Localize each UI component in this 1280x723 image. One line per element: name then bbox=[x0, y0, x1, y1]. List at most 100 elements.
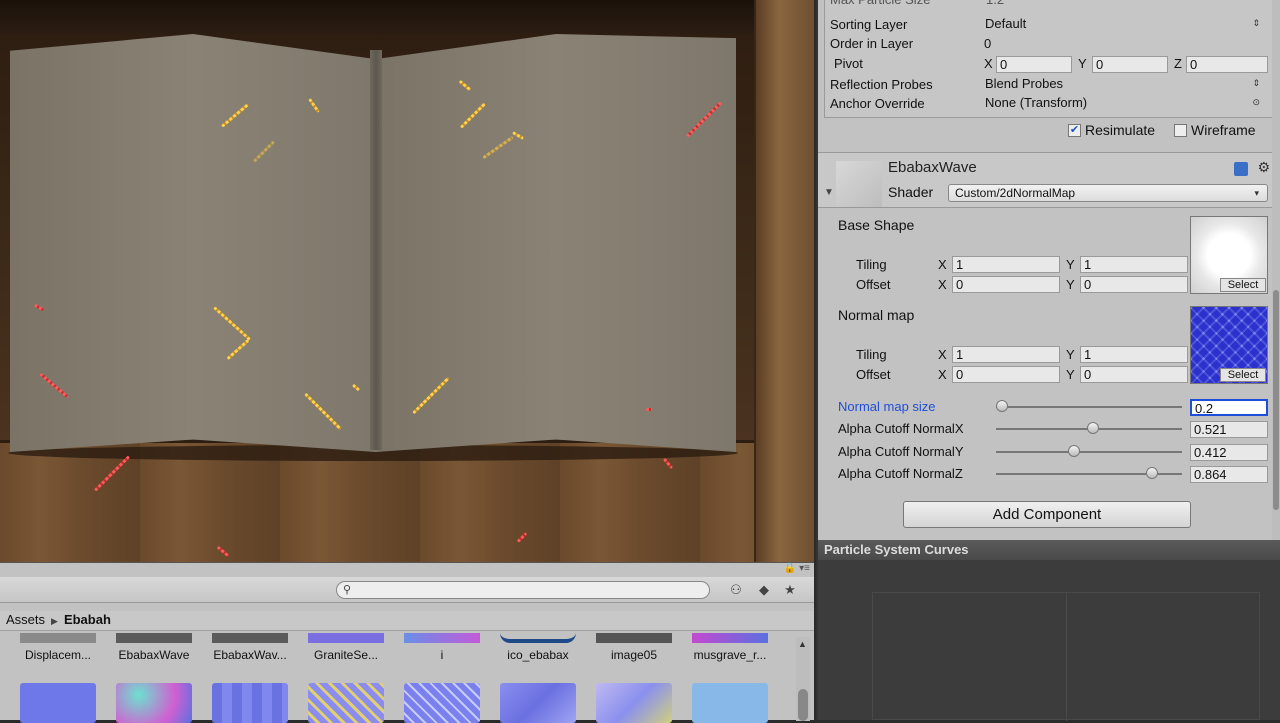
base-shape-select-button[interactable]: Select bbox=[1220, 278, 1266, 292]
slider-value-field[interactable]: 0.864 bbox=[1190, 466, 1268, 483]
base-shape-tiling-y[interactable]: 1 bbox=[1080, 256, 1188, 273]
max-particle-size-value[interactable]: 1.2 bbox=[986, 0, 1004, 10]
slider-value-field[interactable]: 0.2 bbox=[1190, 399, 1268, 416]
asset-tile[interactable] bbox=[692, 683, 768, 723]
gear-icon[interactable]: ⚙ bbox=[1257, 159, 1270, 175]
normal-map-select-button[interactable]: Select bbox=[1220, 368, 1266, 382]
normal-map-offset-y[interactable]: 0 bbox=[1080, 366, 1188, 383]
asset-thumb[interactable] bbox=[20, 633, 96, 643]
slider-knob[interactable] bbox=[996, 400, 1008, 412]
sorting-layer-dropdown[interactable]: Default ⇕ bbox=[982, 16, 1268, 33]
inspector-panel: Max Particle Size 1.2 Sorting Layer Defa… bbox=[816, 0, 1280, 540]
asset-tile[interactable] bbox=[308, 683, 384, 723]
filter-by-label-icon[interactable]: ◆ bbox=[754, 581, 774, 599]
breadcrumb-root[interactable]: Assets bbox=[6, 612, 45, 627]
asset-tile[interactable] bbox=[212, 683, 288, 723]
anchor-override-field[interactable]: None (Transform) ⊙ bbox=[982, 95, 1268, 112]
asset-label[interactable]: musgrave_r... bbox=[684, 648, 776, 662]
base-shape-offset-x[interactable]: 0 bbox=[952, 276, 1060, 293]
slider-knob[interactable] bbox=[1146, 467, 1159, 479]
slider-row: Alpha Cutoff NormalX 0.521 bbox=[818, 419, 1278, 439]
slider-track[interactable] bbox=[996, 451, 1182, 453]
sorting-layer-value: Default bbox=[985, 16, 1027, 31]
slider-row: Alpha Cutoff NormalZ 0.864 bbox=[818, 464, 1278, 484]
asset-label[interactable]: i bbox=[396, 648, 488, 662]
book-right-page bbox=[376, 34, 736, 452]
search-input[interactable]: ⚲ bbox=[336, 581, 710, 599]
pivot-x-field[interactable]: 0 bbox=[996, 56, 1072, 73]
particle-curves-panel: Particle System Curves bbox=[816, 540, 1280, 721]
curve-editor-area[interactable] bbox=[872, 592, 1260, 721]
asset-thumb[interactable] bbox=[212, 633, 288, 643]
base-shape-offset-y[interactable]: 0 bbox=[1080, 276, 1188, 293]
favorite-star-icon[interactable]: ★ bbox=[780, 581, 800, 599]
base-shape-texture-slot[interactable]: Select bbox=[1190, 216, 1268, 294]
filter-by-type-icon[interactable]: ⚇ bbox=[726, 581, 746, 599]
object-picker-icon[interactable]: ⊙ bbox=[1252, 95, 1260, 110]
scrollbar-thumb[interactable] bbox=[1273, 290, 1279, 510]
asset-label[interactable]: image05 bbox=[588, 648, 680, 662]
wireframe-checkbox[interactable] bbox=[1174, 124, 1187, 137]
asset-tile[interactable] bbox=[20, 683, 96, 723]
slider-knob[interactable] bbox=[1086, 422, 1099, 434]
axis-x-label: X bbox=[938, 367, 947, 382]
anchor-override-label: Anchor Override bbox=[830, 96, 925, 111]
slider-value-field[interactable]: 0.412 bbox=[1190, 444, 1268, 461]
asset-tile[interactable] bbox=[404, 683, 480, 723]
reflection-probes-dropdown[interactable]: Blend Probes ⇕ bbox=[982, 76, 1268, 93]
pivot-z-field[interactable]: 0 bbox=[1186, 56, 1268, 73]
scroll-up-icon[interactable]: ▲ bbox=[798, 639, 807, 649]
asset-tile[interactable] bbox=[500, 683, 576, 723]
project-scrollbar[interactable]: ▲ bbox=[796, 637, 810, 721]
asset-label[interactable]: EbabaxWav... bbox=[204, 648, 296, 662]
breadcrumb-separator-icon: ▶ bbox=[51, 616, 58, 626]
breadcrumb-current[interactable]: Ebabah bbox=[64, 612, 111, 627]
project-panel: 🔒 ▾≡ ⚲ ⚇ ◆ ★ Assets ▶ Ebabah Displacem... … bbox=[0, 562, 814, 723]
pivot-z-label: Z bbox=[1174, 56, 1182, 71]
slider-row: Normal map size 0.2 bbox=[818, 397, 1278, 417]
shader-value: Custom/2dNormalMap bbox=[955, 186, 1076, 200]
foldout-arrow-icon[interactable]: ▼ bbox=[824, 187, 834, 198]
slider-row: Alpha Cutoff NormalY 0.412 bbox=[818, 442, 1278, 462]
panel-lock-icon[interactable]: 🔒 ▾≡ bbox=[784, 563, 810, 574]
chevron-down-icon: ▾ bbox=[1254, 188, 1259, 198]
normal-map-tiling-y[interactable]: 1 bbox=[1080, 346, 1188, 363]
add-component-button[interactable]: Add Component bbox=[903, 501, 1191, 528]
base-shape-tiling-x[interactable]: 1 bbox=[952, 256, 1060, 273]
asset-thumb[interactable] bbox=[116, 633, 192, 643]
order-in-layer-value[interactable]: 0 bbox=[984, 34, 991, 54]
asset-thumb[interactable] bbox=[596, 633, 672, 643]
normal-map-offset-x[interactable]: 0 bbox=[952, 366, 1060, 383]
shader-dropdown[interactable]: Custom/2dNormalMap ▾ bbox=[948, 184, 1268, 202]
slider-track[interactable] bbox=[996, 406, 1182, 408]
normal-map-offset-label: Offset bbox=[856, 367, 891, 382]
asset-tile[interactable] bbox=[116, 683, 192, 723]
normal-map-tiling-x[interactable]: 1 bbox=[952, 346, 1060, 363]
max-particle-size-label: Max Particle Size bbox=[830, 0, 930, 10]
resimulate-checkbox[interactable]: ✔ bbox=[1068, 124, 1081, 137]
asset-label[interactable]: GraniteSe... bbox=[300, 648, 392, 662]
asset-thumb[interactable] bbox=[404, 633, 480, 643]
slider-knob[interactable] bbox=[1067, 445, 1080, 457]
scrollbar-thumb[interactable] bbox=[798, 689, 808, 721]
asset-thumb[interactable] bbox=[500, 633, 576, 643]
axis-x-label: X bbox=[938, 277, 947, 292]
pivot-row: Pivot X 0 Y 0 Z 0 bbox=[818, 54, 1278, 74]
pivot-label: Pivot bbox=[834, 56, 863, 71]
asset-label[interactable]: EbabaxWave bbox=[108, 648, 200, 662]
asset-label[interactable]: Displacem... bbox=[12, 648, 104, 662]
inspector-scrollbar[interactable] bbox=[1272, 0, 1280, 540]
pivot-y-field[interactable]: 0 bbox=[1092, 56, 1168, 73]
base-shape-label: Base Shape bbox=[838, 217, 915, 233]
asset-label[interactable]: ico_ebabax bbox=[492, 648, 584, 662]
reflection-probes-value: Blend Probes bbox=[985, 76, 1064, 91]
base-shape-tiling-label: Tiling bbox=[856, 257, 887, 272]
normal-map-texture-slot[interactable]: Select bbox=[1190, 306, 1268, 384]
book-help-icon[interactable] bbox=[1233, 161, 1248, 176]
asset-tile[interactable] bbox=[596, 683, 672, 723]
asset-thumb[interactable] bbox=[308, 633, 384, 643]
asset-thumb[interactable] bbox=[692, 633, 768, 643]
book-left-page bbox=[10, 34, 376, 452]
scene-view[interactable] bbox=[0, 0, 814, 562]
slider-value-field[interactable]: 0.521 bbox=[1190, 421, 1268, 438]
